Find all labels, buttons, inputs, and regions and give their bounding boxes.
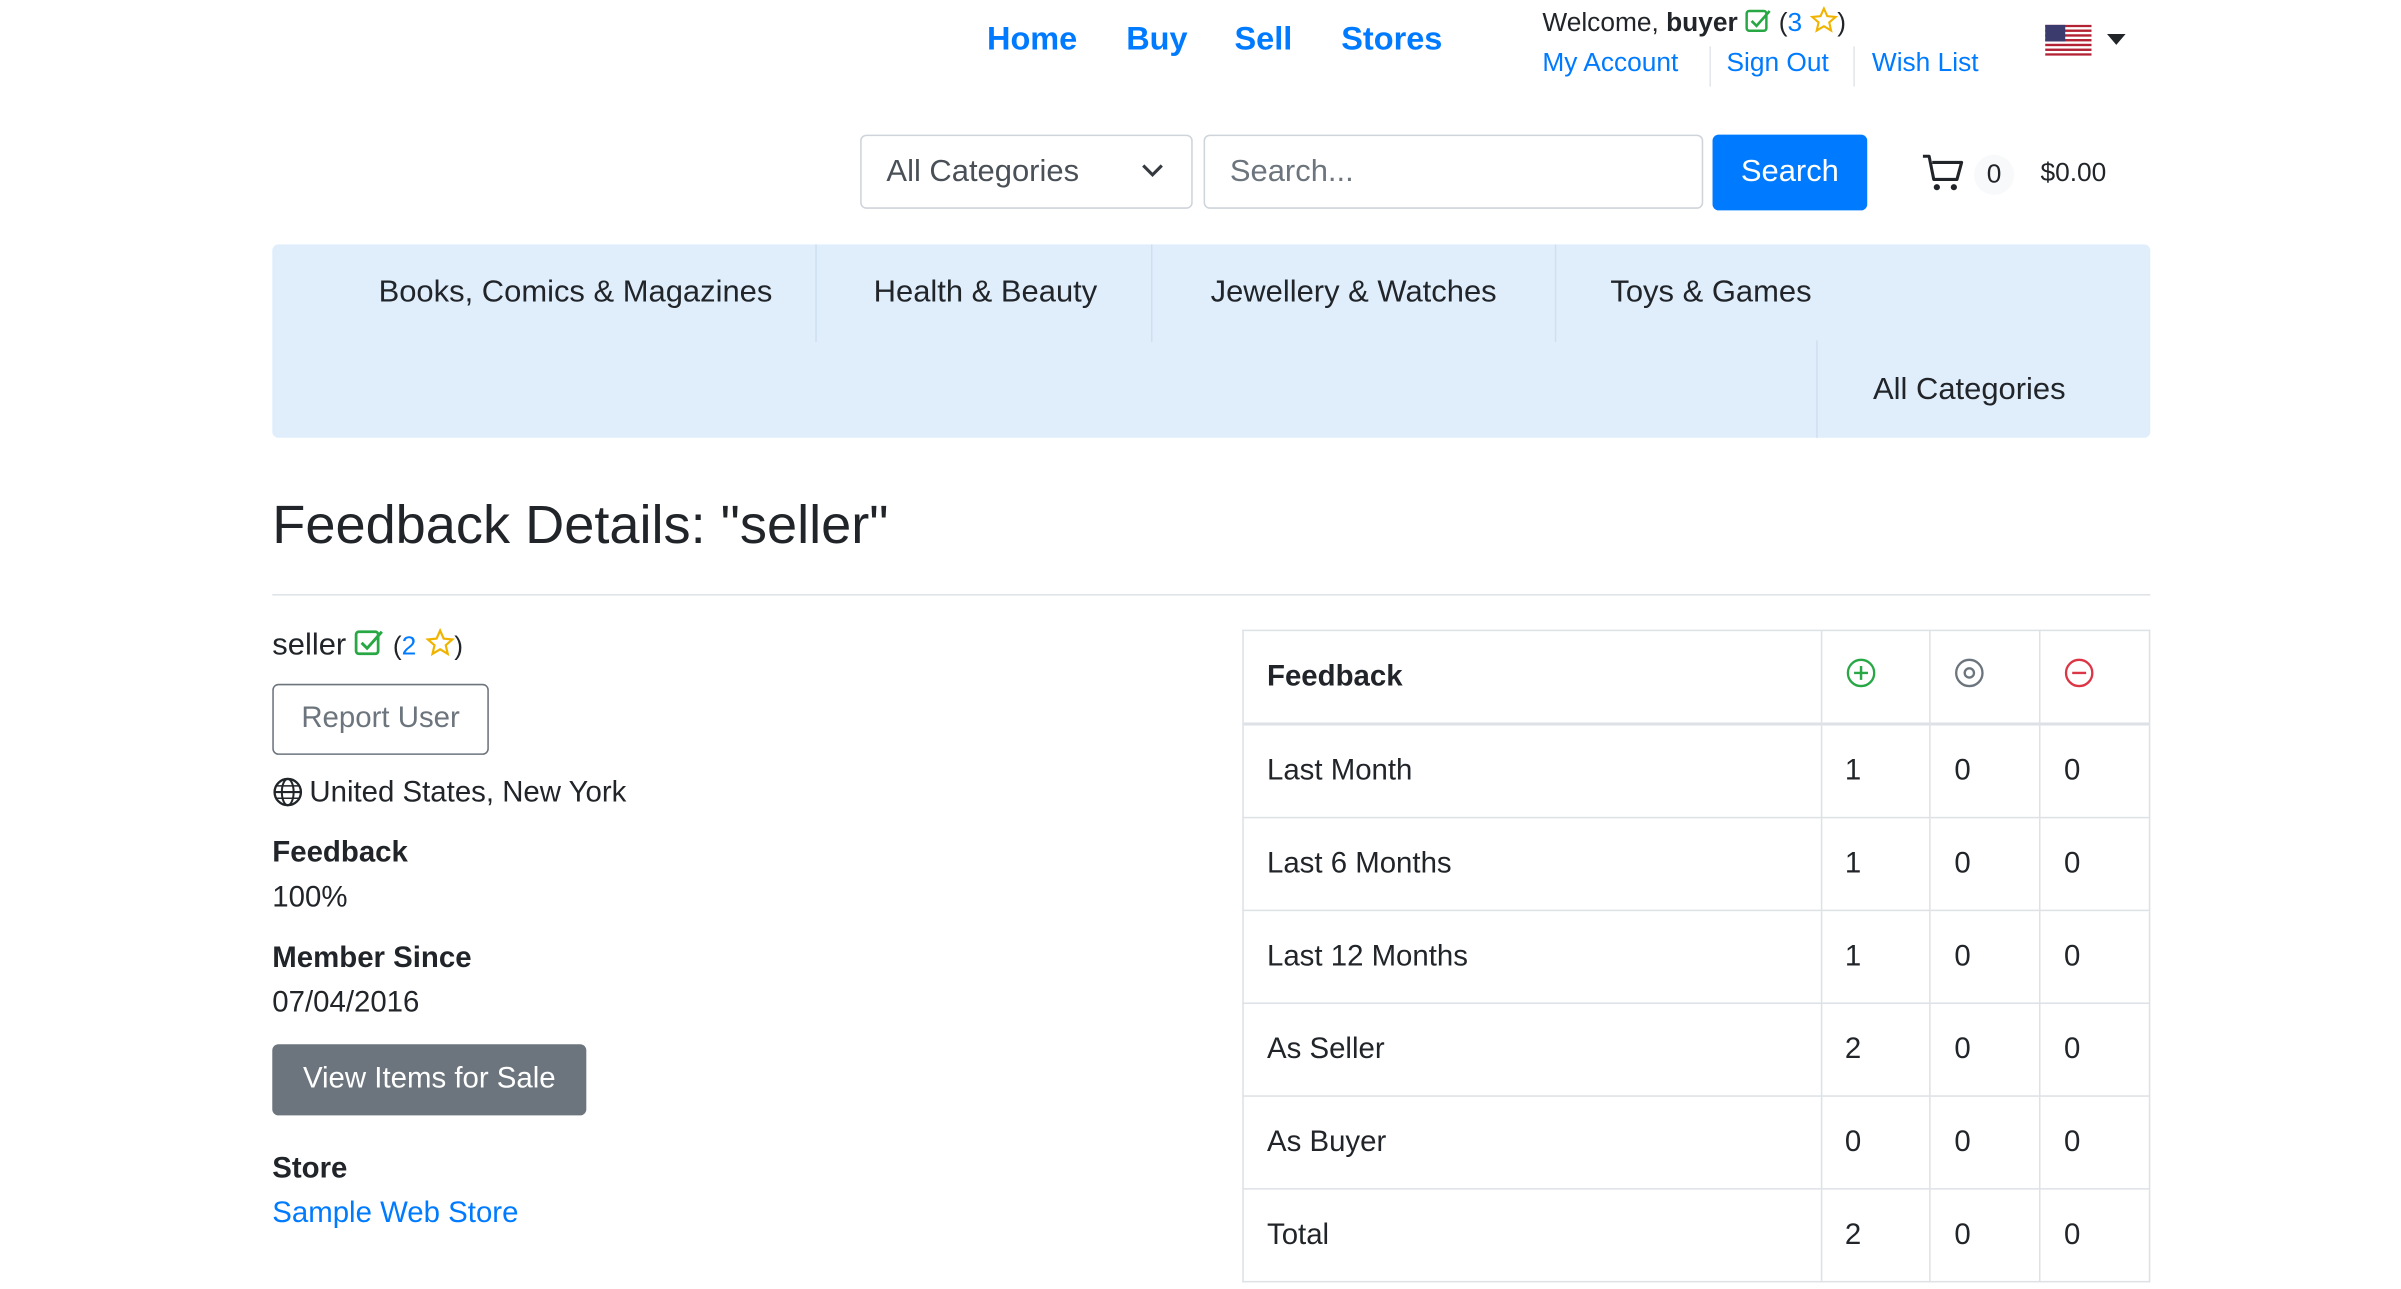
us-flag-icon: [2045, 24, 2092, 56]
location-text: United States, New York: [309, 776, 627, 810]
row-label: Last 12 Months: [1242, 909, 1822, 1005]
nav-home[interactable]: Home: [987, 22, 1077, 59]
welcome-rating[interactable]: 3: [1787, 8, 1802, 37]
table-header-row: Feedback: [1242, 629, 2151, 726]
member-since-value: 07/04/2016: [272, 986, 420, 1020]
cart-icon[interactable]: [1921, 153, 1964, 193]
category-select-value: All Categories: [886, 154, 1080, 189]
rating-close-paren: ): [1837, 7, 1847, 38]
feedback-value: 100%: [272, 881, 348, 915]
neutral-count: 0: [1929, 816, 2041, 912]
cart-total: $0.00: [2040, 157, 2107, 188]
welcome-prefix: Welcome,: [1542, 7, 1659, 38]
caret-down-icon: [2107, 34, 2126, 45]
profile-rating[interactable]: 2: [402, 631, 417, 660]
positive-count: 2: [1820, 1002, 1932, 1097]
category-item-all[interactable]: All Categories: [1847, 342, 2091, 439]
table-row: As Buyer 0 0 0: [1242, 1095, 2151, 1190]
neutral-count: 0: [1929, 723, 2041, 819]
neutral-count: 0: [1929, 909, 2041, 1005]
feedback-label: Feedback: [272, 836, 408, 870]
nav-buy[interactable]: Buy: [1126, 22, 1187, 59]
welcome-text: Welcome, buyer (3 ): [1542, 6, 1846, 38]
positive-count: 0: [1820, 1095, 1932, 1190]
wish-list-link[interactable]: Wish List: [1872, 48, 1979, 79]
profile-username: seller: [272, 628, 347, 663]
table-row: Last 6 Months 1 0 0: [1242, 816, 2151, 912]
globe-icon: [273, 777, 303, 807]
divider: [1853, 46, 1855, 87]
category-select[interactable]: All Categories: [860, 134, 1193, 209]
positive-count: 2: [1820, 1188, 1932, 1283]
row-label: Last 6 Months: [1242, 816, 1822, 912]
row-label: Total: [1242, 1188, 1822, 1283]
row-label: Last Month: [1242, 723, 1822, 819]
sign-out-link[interactable]: Sign Out: [1726, 48, 1828, 79]
row-label: As Buyer: [1242, 1095, 1822, 1190]
table-header-positive: [1820, 629, 1932, 726]
neutral-icon: [1955, 657, 1985, 687]
negative-count: 0: [2039, 909, 2151, 1005]
negative-count: 0: [2039, 1002, 2151, 1097]
table-header-negative: [2039, 629, 2151, 726]
table-row: Last Month 1 0 0: [1242, 723, 2151, 819]
divider: [272, 594, 2151, 596]
neutral-count: 0: [1929, 1095, 2041, 1190]
negative-icon: [2065, 657, 2094, 687]
category-bar: Books, Comics & Magazines Health & Beaut…: [272, 244, 2151, 439]
negative-count: 0: [2039, 1188, 2151, 1283]
store-link[interactable]: Sample Web Store: [272, 1197, 518, 1231]
profile-location: United States, New York: [272, 777, 626, 811]
store-label: Store: [272, 1152, 348, 1186]
divider: [1150, 244, 1153, 342]
rating-open-paren: (: [392, 631, 402, 661]
cart-count-badge: 0: [1973, 154, 2015, 195]
divider: [1816, 340, 1818, 438]
divider: [1554, 244, 1557, 342]
verified-check-icon: [1745, 9, 1771, 32]
profile-username-line: seller (2 ): [272, 628, 463, 664]
welcome-username: buyer: [1666, 7, 1738, 38]
positive-icon: [1846, 657, 1875, 687]
rating-close-paren: ): [454, 631, 464, 661]
feedback-table: Feedback Last Month 1 0 0 Last 6 Months …: [1242, 629, 2151, 1283]
search-button[interactable]: Search: [1712, 134, 1868, 211]
table-header-feedback: Feedback: [1242, 629, 1822, 726]
negative-count: 0: [2039, 723, 2151, 819]
page-title: Feedback Details: "seller": [272, 495, 889, 556]
row-label: As Seller: [1242, 1002, 1822, 1097]
negative-count: 0: [2039, 816, 2151, 912]
table-row: Total 2 0 0: [1242, 1188, 2151, 1283]
category-item-toys[interactable]: Toys & Games: [1587, 244, 1835, 341]
table-header-neutral: [1929, 629, 2041, 726]
view-items-button[interactable]: View Items for Sale: [272, 1044, 587, 1116]
negative-count: 0: [2039, 1095, 2151, 1190]
search-input[interactable]: [1203, 134, 1704, 209]
divider: [1709, 46, 1711, 87]
category-item-books[interactable]: Books, Comics & Magazines: [328, 244, 823, 341]
member-since-label: Member Since: [272, 942, 472, 975]
positive-count: 1: [1820, 909, 1932, 1005]
neutral-count: 0: [1929, 1188, 2041, 1283]
positive-count: 1: [1820, 816, 1932, 912]
category-item-health[interactable]: Health & Beauty: [838, 244, 1132, 341]
divider: [815, 244, 817, 342]
chevron-down-icon: [1142, 164, 1163, 177]
table-row: Last 12 Months 1 0 0: [1242, 909, 2151, 1005]
category-item-jewellery[interactable]: Jewellery & Watches: [1185, 244, 1522, 341]
neutral-count: 0: [1929, 1002, 2041, 1097]
star-icon: [424, 628, 455, 657]
verified-check-icon: [355, 630, 384, 656]
positive-count: 1: [1820, 723, 1932, 819]
table-row: As Seller 2 0 0: [1242, 1002, 2151, 1097]
my-account-link[interactable]: My Account: [1542, 48, 1678, 79]
nav-stores[interactable]: Stores: [1341, 22, 1442, 59]
report-user-button[interactable]: Report User: [272, 683, 489, 755]
locale-selector[interactable]: [2045, 24, 2126, 64]
nav-sell[interactable]: Sell: [1235, 22, 1293, 59]
star-icon: [1809, 6, 1838, 33]
